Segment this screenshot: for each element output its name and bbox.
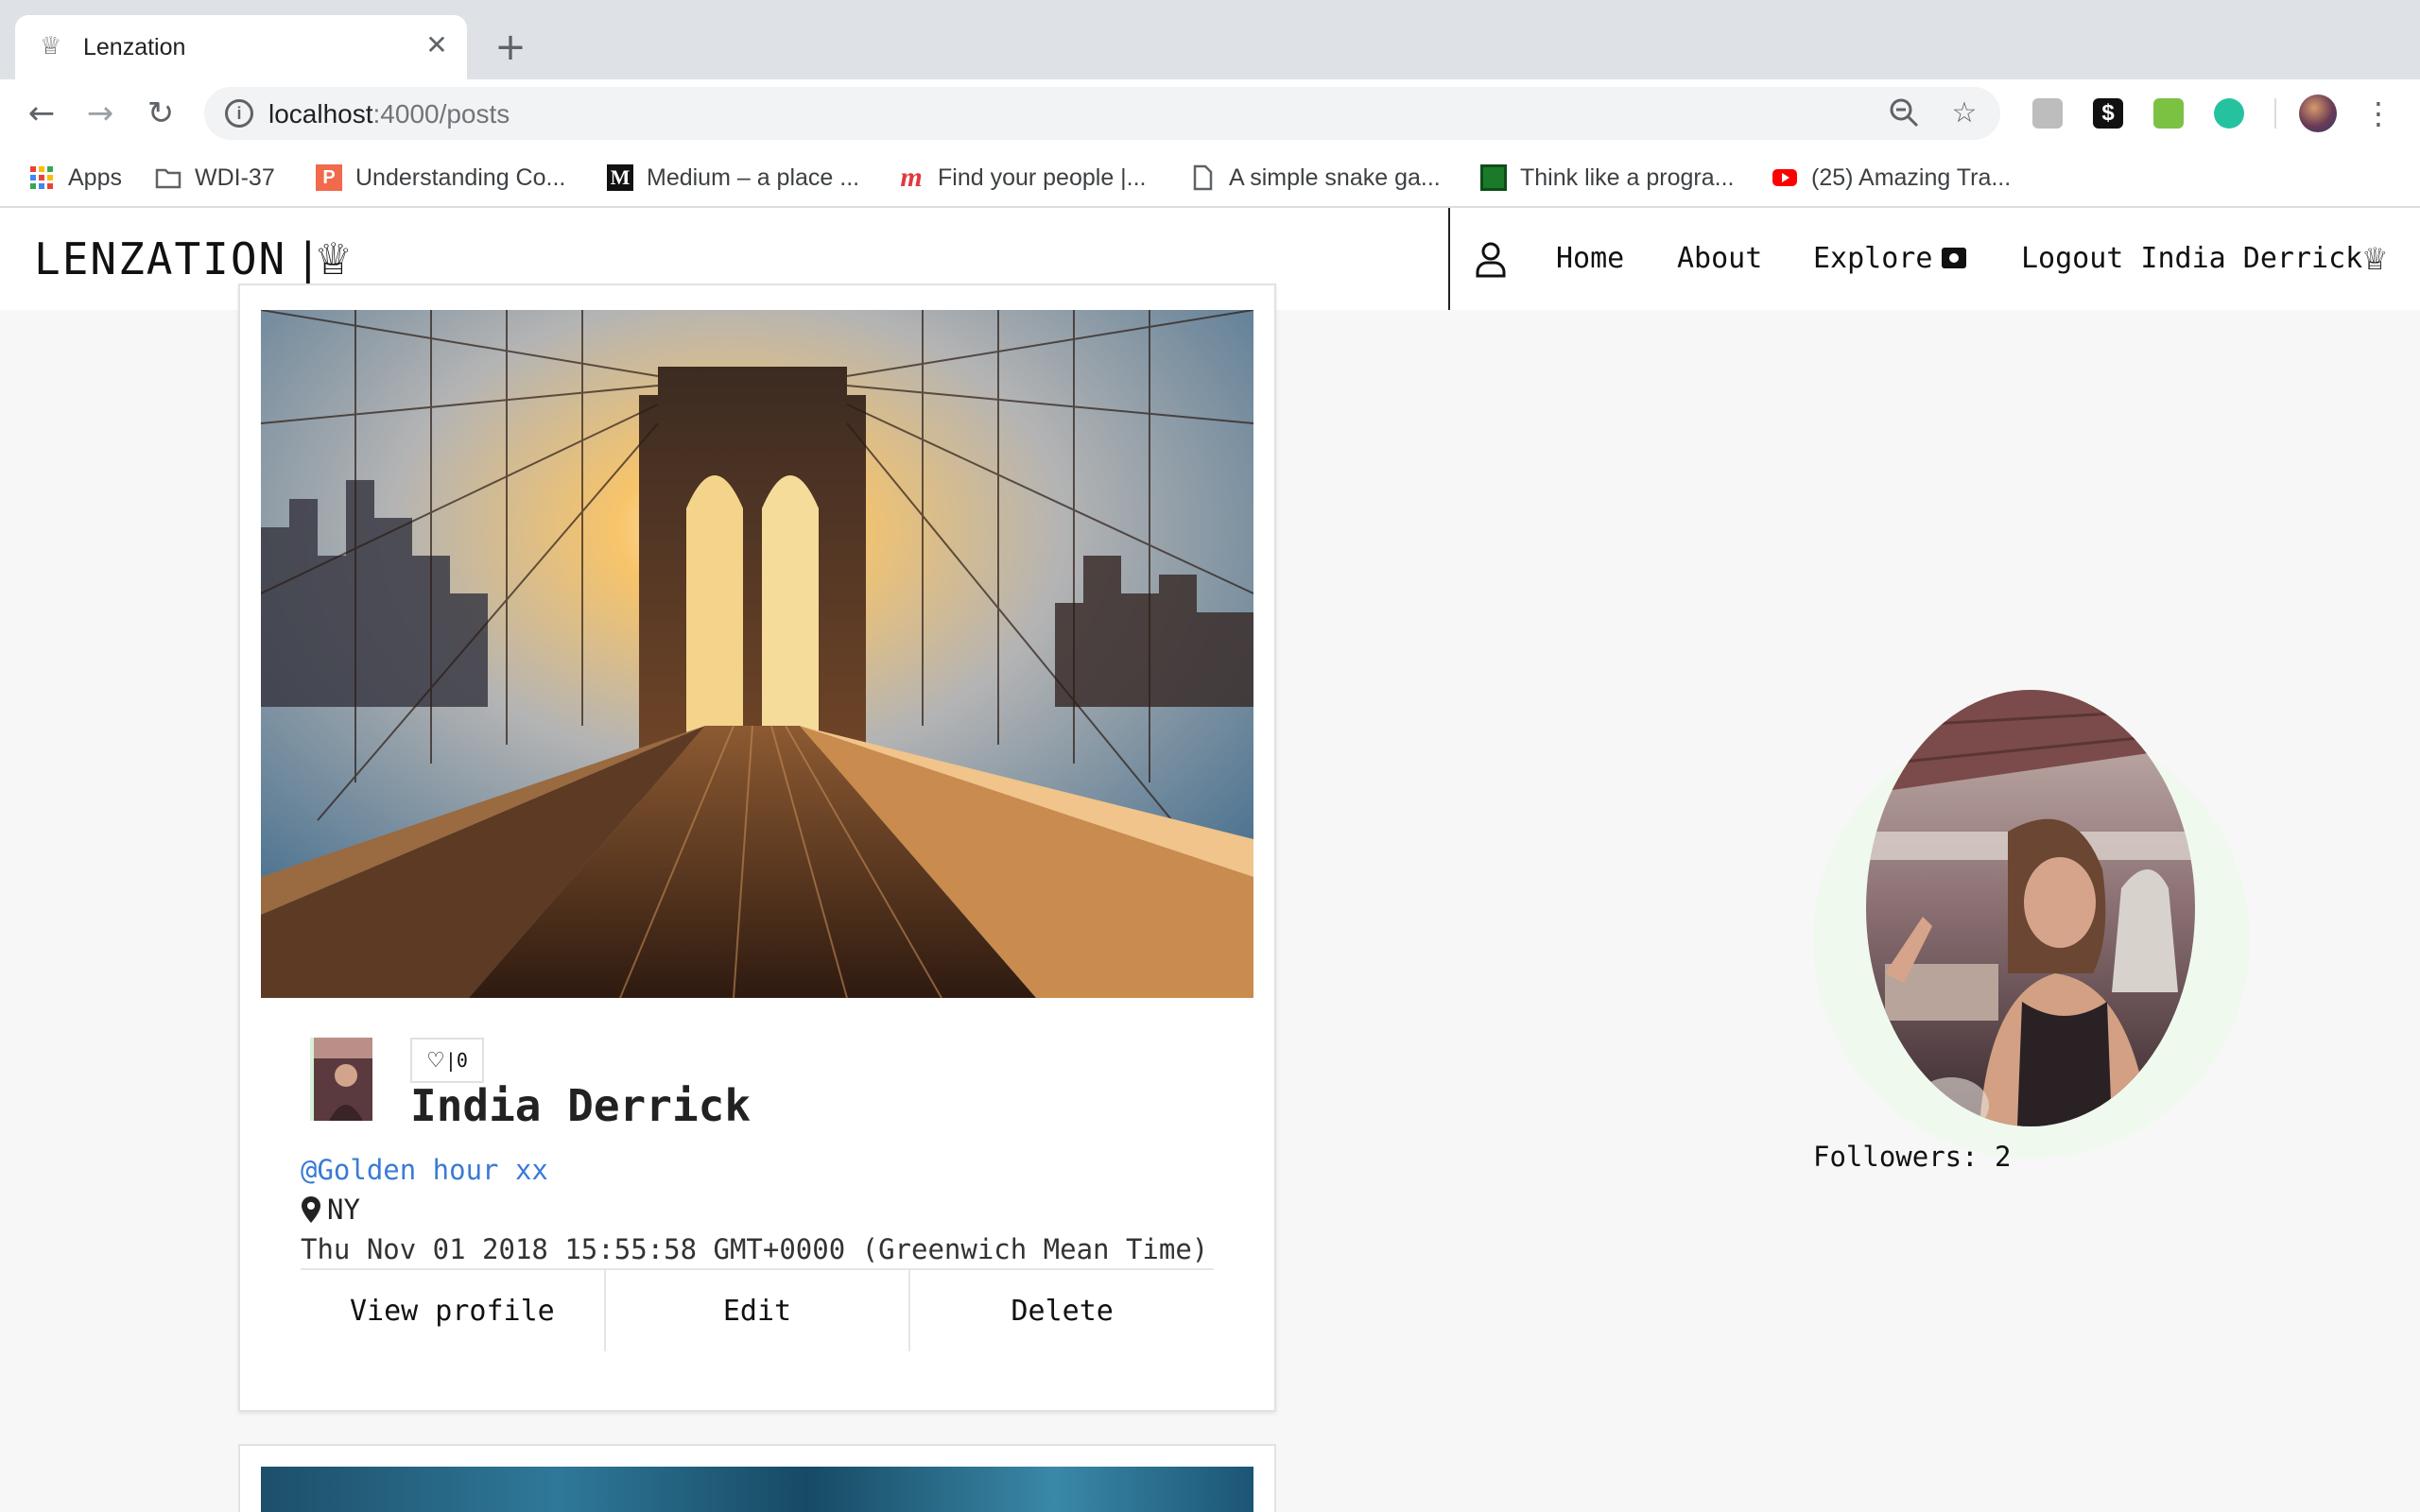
info-icon[interactable]: i bbox=[225, 99, 253, 128]
post-author-name: India Derrick bbox=[410, 1080, 752, 1131]
profile-avatar-icon[interactable] bbox=[2299, 94, 2337, 132]
user-icon[interactable] bbox=[1475, 240, 1507, 278]
more-menu-icon[interactable]: ⋮ bbox=[2363, 94, 2394, 132]
browser-toolbar: ← → ↻ i localhost:4000/posts ☆ $ ⋮ bbox=[0, 79, 2420, 147]
nav-about-link[interactable]: About bbox=[1677, 236, 1762, 282]
reload-icon[interactable]: ↻ bbox=[142, 94, 180, 132]
profile-photo[interactable] bbox=[1866, 690, 2195, 1126]
bookmark-label: A simple snake ga... bbox=[1229, 163, 1441, 191]
bookmarks-bar: Apps WDI-37 P Understanding Co... M Medi… bbox=[0, 147, 2420, 208]
zoom-icon[interactable] bbox=[1887, 96, 1921, 130]
nav-explore-link[interactable]: Explore bbox=[1813, 236, 1932, 282]
heart-icon: ♡ bbox=[426, 1048, 445, 1073]
bookmark-label: Find your people |... bbox=[938, 163, 1147, 191]
bookmark-youtube[interactable]: (25) Amazing Tra... bbox=[1772, 159, 2011, 197]
meetup-icon: m bbox=[900, 162, 923, 193]
crown-icon: ♕ bbox=[2361, 241, 2389, 277]
camera-icon bbox=[1942, 248, 1966, 268]
back-arrow-icon[interactable]: ← bbox=[23, 94, 60, 132]
site-icon bbox=[1480, 164, 1507, 191]
bookmark-medium[interactable]: M Medium – a place ... bbox=[607, 159, 859, 197]
post-image[interactable] bbox=[261, 1467, 1253, 1512]
post-location: NY bbox=[301, 1191, 360, 1228]
forward-arrow-icon[interactable]: → bbox=[81, 94, 119, 132]
shield-extension-icon[interactable] bbox=[2153, 98, 2184, 129]
bookmark-meetup[interactable]: m Find your people |... bbox=[898, 159, 1147, 197]
bookmark-apps[interactable]: Apps bbox=[28, 159, 122, 197]
nav-logout-link[interactable]: Logout India Derrick bbox=[2021, 236, 2362, 282]
followers-count: Followers: 2 bbox=[1813, 1141, 2012, 1173]
p-icon: P bbox=[316, 164, 342, 191]
post-actions: View profile Edit Delete bbox=[301, 1270, 1215, 1351]
folder-icon bbox=[155, 168, 182, 189]
plus-icon[interactable]: + bbox=[492, 28, 529, 66]
extension-icon[interactable] bbox=[2032, 98, 2063, 129]
bookmark-label: Apps bbox=[68, 163, 122, 191]
url-text[interactable]: localhost:4000/posts bbox=[268, 98, 510, 130]
post-caption[interactable]: @Golden hour xx bbox=[301, 1151, 548, 1189]
bookmark-label: Medium – a place ... bbox=[647, 163, 860, 191]
author-avatar[interactable] bbox=[310, 1038, 372, 1121]
nav-home-link[interactable]: Home bbox=[1556, 236, 1624, 282]
browser-tab[interactable]: ♕ Lenzation ✕ bbox=[15, 15, 467, 79]
dollar-extension-icon[interactable]: $ bbox=[2093, 98, 2123, 129]
apps-grid-icon bbox=[30, 166, 53, 189]
edit-button[interactable]: Edit bbox=[605, 1270, 911, 1351]
location-text: NY bbox=[327, 1194, 360, 1226]
bookmark-label: WDI-37 bbox=[195, 163, 275, 191]
bookmark-label: (25) Amazing Tra... bbox=[1811, 163, 2012, 191]
star-icon[interactable]: ☆ bbox=[1947, 96, 1981, 130]
bookmark-snake-game[interactable]: A simple snake ga... bbox=[1189, 159, 1441, 197]
view-profile-button[interactable]: View profile bbox=[301, 1270, 606, 1351]
m-extension-icon[interactable] bbox=[2214, 98, 2244, 129]
like-button[interactable]: ♡ |0 bbox=[410, 1038, 484, 1083]
post-image[interactable] bbox=[261, 310, 1253, 998]
close-icon[interactable]: ✕ bbox=[422, 30, 452, 60]
post-timestamp: Thu Nov 01 2018 15:55:58 GMT+0000 (Green… bbox=[301, 1233, 1209, 1265]
bookmark-understanding[interactable]: P Understanding Co... bbox=[316, 159, 565, 197]
youtube-icon bbox=[1772, 169, 1797, 186]
bookmark-label: Think like a progra... bbox=[1520, 163, 1735, 191]
tab-title: Lenzation bbox=[83, 34, 186, 60]
crown-icon: ♕ bbox=[314, 233, 354, 284]
crown-icon: ♕ bbox=[40, 32, 62, 60]
like-count: |0 bbox=[444, 1049, 468, 1072]
brand-logo[interactable]: LENZATION bbox=[34, 231, 286, 287]
delete-button[interactable]: Delete bbox=[910, 1270, 1215, 1351]
address-bar[interactable]: i localhost:4000/posts ☆ bbox=[204, 87, 2000, 140]
bookmark-label: Understanding Co... bbox=[355, 163, 566, 191]
browser-tabstrip: ♕ Lenzation ✕ + bbox=[0, 0, 2420, 79]
nav-divider bbox=[1448, 208, 1450, 310]
bookmark-wdi-37[interactable]: WDI-37 bbox=[155, 159, 275, 197]
map-pin-icon bbox=[302, 1196, 320, 1223]
toolbar-divider bbox=[2274, 98, 2276, 129]
page-icon bbox=[1193, 164, 1213, 191]
medium-icon: M bbox=[607, 164, 633, 191]
bookmark-think-like[interactable]: Think like a progra... bbox=[1480, 159, 1735, 197]
